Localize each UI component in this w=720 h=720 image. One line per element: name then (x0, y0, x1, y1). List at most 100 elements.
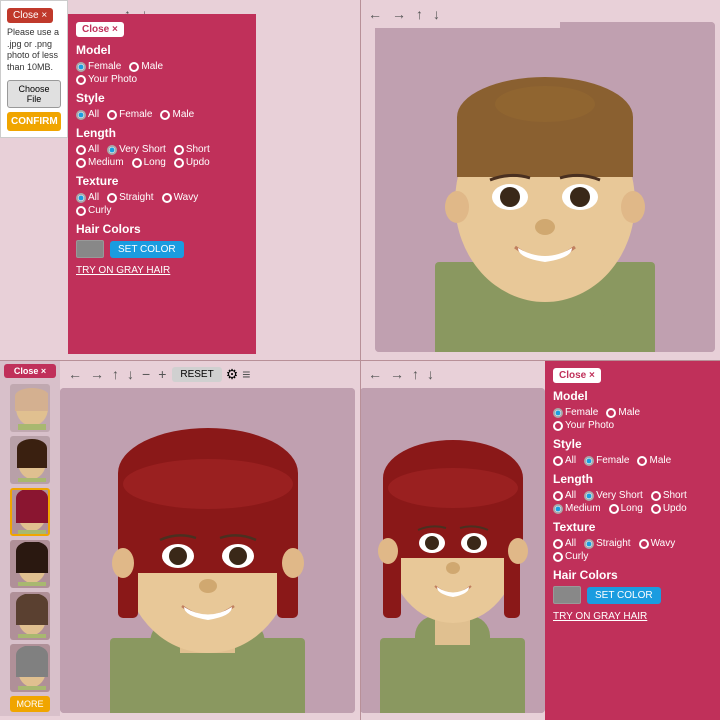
style-male-br[interactable]: Male (637, 455, 671, 466)
thumb-item-5[interactable] (10, 592, 50, 640)
more-button[interactable]: MORE (10, 696, 50, 712)
upload-close-button[interactable]: Close × (7, 8, 53, 23)
model-section-br: Model Female Male Your Photo (553, 389, 712, 431)
choose-file-button[interactable]: Choose File (7, 80, 61, 108)
radio-length-updo-br (651, 504, 661, 514)
color-swatch-br[interactable] (553, 586, 581, 604)
texture-all-br[interactable]: All (553, 538, 576, 549)
thumb-item-6[interactable] (10, 644, 50, 692)
length-row1-br: All Very Short Short (553, 490, 712, 501)
texture-title-tl: Texture (76, 174, 248, 188)
model-title-tl: Model (76, 43, 248, 57)
texture-wavy-tl[interactable]: Wavy (162, 192, 199, 203)
radio-texture-wavy-tl (162, 193, 172, 203)
nav-up-tr[interactable]: ↑ (414, 4, 425, 24)
model-female-tl[interactable]: Female (76, 61, 121, 72)
menu-icon-bl: ≡ (242, 366, 250, 382)
thumb-item-4[interactable] (10, 540, 50, 588)
radio-length-all-tl (76, 145, 86, 155)
confirm-button[interactable]: CONFIRM (7, 112, 61, 131)
length-short-br[interactable]: Short (651, 490, 687, 501)
panel-close-row-tl: Close × (76, 22, 248, 37)
style-female-br[interactable]: Female (584, 455, 629, 466)
radio-length-short-tl (174, 145, 184, 155)
try-gray-btn-br[interactable]: TRY ON GRAY HAIR (553, 611, 647, 622)
radio-length-all-br (553, 491, 563, 501)
radio-female-tl (76, 62, 86, 72)
nav-down-tr[interactable]: ↓ (431, 4, 442, 24)
nav-left-bl[interactable]: ← (66, 364, 84, 384)
control-panel-tl: Close × Model Female Male Your Photo (68, 14, 256, 354)
radio-male-tl (129, 62, 139, 72)
radio-texture-curly-tl (76, 206, 86, 216)
length-all-br[interactable]: All (553, 490, 576, 501)
thumb-close-button[interactable]: Close × (4, 364, 56, 378)
panel-close-button-tl[interactable]: Close × (76, 22, 124, 37)
length-medium-br[interactable]: Medium (553, 503, 601, 514)
try-gray-btn-tl[interactable]: TRY ON GRAY HAIR (76, 265, 170, 276)
quadrant-top-right: ← → ↑ ↓ (360, 0, 720, 360)
length-updo-tl[interactable]: Updo (174, 157, 210, 168)
style-all-br[interactable]: All (553, 455, 576, 466)
color-swatch-tl[interactable] (76, 240, 104, 258)
set-color-btn-br[interactable]: SET COLOR (587, 587, 661, 604)
reset-button-bl[interactable]: RESET (172, 367, 221, 382)
gear-button-bl[interactable]: ⚙ (226, 366, 239, 383)
photo-br (360, 388, 545, 713)
nav-down-br[interactable]: ↓ (425, 364, 436, 384)
length-short-tl[interactable]: Short (174, 144, 210, 155)
length-all-tl[interactable]: All (76, 144, 99, 155)
photo-bl (60, 388, 355, 713)
thumb-item-3[interactable] (10, 488, 50, 536)
length-long-tl[interactable]: Long (132, 157, 166, 168)
upload-panel: Close × Please use a .jpg or .png photo … (0, 0, 68, 138)
nav-down-bl[interactable]: ↓ (125, 364, 136, 384)
set-color-btn-tl[interactable]: SET COLOR (110, 241, 184, 258)
length-medium-tl[interactable]: Medium (76, 157, 124, 168)
length-updo-br[interactable]: Updo (651, 503, 687, 514)
style-title-tl: Style (76, 91, 248, 105)
model-section-tl: Model Female Male Your Photo (76, 43, 248, 85)
photo-tr (375, 22, 715, 352)
style-row-br: All Female Male (553, 455, 712, 466)
nav-right-bl[interactable]: → (88, 364, 106, 384)
nav-left-tr[interactable]: ← (366, 4, 384, 24)
nav-up-br[interactable]: ↑ (410, 364, 421, 384)
model-male-br[interactable]: Male (606, 407, 640, 418)
thumb-item-2[interactable] (10, 436, 50, 484)
model-yourphoto-tl[interactable]: Your Photo (76, 74, 137, 85)
texture-straight-br[interactable]: Straight (584, 538, 630, 549)
length-veryshort-tl[interactable]: Very Short (107, 144, 166, 155)
nav-bar-br: ← → ↑ ↓ (360, 360, 545, 388)
length-veryshort-br[interactable]: Very Short (584, 490, 643, 501)
nav-up-bl[interactable]: ↑ (110, 364, 121, 384)
texture-curly-br[interactable]: Curly (553, 551, 588, 562)
length-long-br[interactable]: Long (609, 503, 643, 514)
texture-straight-tl[interactable]: Straight (107, 192, 153, 203)
texture-row1-tl: All Straight Wavy (76, 192, 248, 203)
nav-right-br[interactable]: → (388, 364, 406, 384)
nav-right-tr[interactable]: → (390, 4, 408, 24)
model-female-br[interactable]: Female (553, 407, 598, 418)
nav-left-br[interactable]: ← (366, 364, 384, 384)
thumb-item-1[interactable] (10, 384, 50, 432)
radio-style-all-tl (76, 110, 86, 120)
panel-close-button-br[interactable]: Close × (553, 368, 601, 383)
radio-length-veryshort-tl (107, 145, 117, 155)
nav-plus-bl[interactable]: + (156, 364, 168, 384)
face-svg-bl (60, 388, 355, 713)
length-section-br: Length All Very Short Short Medi (553, 472, 712, 514)
style-female-tl[interactable]: Female (107, 109, 152, 120)
quadrant-top-left: Close × Please use a .jpg or .png photo … (0, 0, 360, 360)
radio-male-br (606, 408, 616, 418)
model-yourphoto-br[interactable]: Your Photo (553, 420, 614, 431)
length-row1-tl: All Very Short Short (76, 144, 248, 155)
style-all-tl[interactable]: All (76, 109, 99, 120)
texture-curly-tl[interactable]: Curly (76, 205, 111, 216)
style-male-tl[interactable]: Male (160, 109, 194, 120)
model-male-tl[interactable]: Male (129, 61, 163, 72)
texture-title-br: Texture (553, 520, 712, 534)
texture-all-tl[interactable]: All (76, 192, 99, 203)
nav-minus-bl[interactable]: − (140, 364, 152, 384)
texture-wavy-br[interactable]: Wavy (639, 538, 676, 549)
